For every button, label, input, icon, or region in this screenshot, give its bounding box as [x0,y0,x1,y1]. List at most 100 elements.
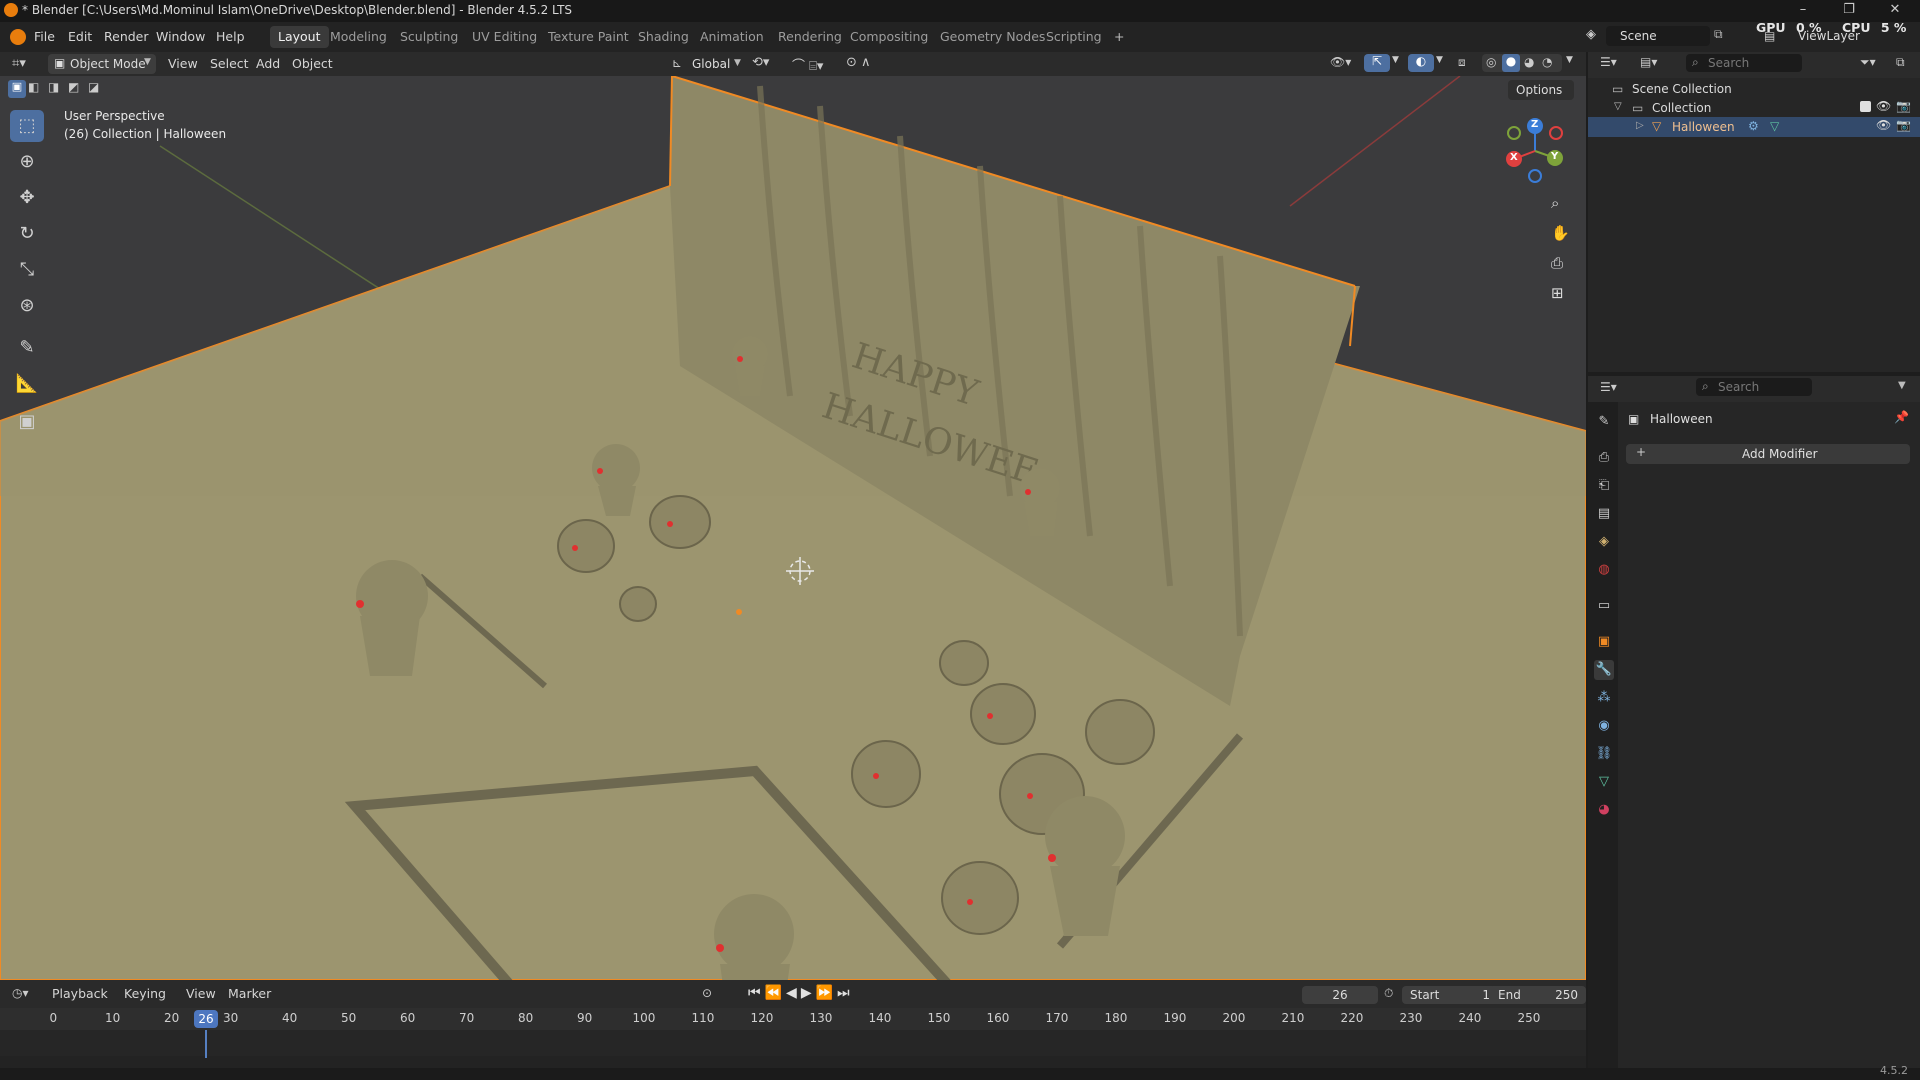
blender-menu-icon[interactable] [10,29,26,45]
timeline-editor-icon[interactable]: ◷▾ [12,986,29,1000]
transform-orientation-selector[interactable]: ⊾ Global ▼ [670,54,744,74]
proportional-edit-icon[interactable]: ⊙ ∧ [846,55,871,70]
scene-tab-icon[interactable]: ◈ [1594,532,1614,552]
viewport-menu-add[interactable]: Add [256,52,280,76]
timeline-menu-view[interactable]: View [186,982,216,1006]
collection-label[interactable]: Collection [1652,101,1711,115]
add-modifier-button[interactable]: + Add Modifier [1626,444,1910,464]
measure-tool-icon[interactable]: 📐 [10,368,44,400]
visibility-selector-icon[interactable]: 👁▾ [1330,55,1351,69]
add-cube-tool-icon[interactable]: ▣ [10,406,44,438]
select-intersect-icon[interactable]: ◪ [88,80,99,94]
stopwatch-icon[interactable]: ⏱ [1384,986,1393,1001]
display-mode-icon[interactable]: ▤▾ [1640,55,1657,69]
mode-selector[interactable]: ▣ Object Mode ▼ [48,54,156,74]
options-button[interactable]: Options [1508,80,1574,100]
editor-type-icon[interactable]: ⌗▾ [12,56,26,71]
chevron-down-icon[interactable]: ▽ [1614,101,1622,112]
view-layer-tab-icon[interactable]: ▤ [1594,504,1614,524]
object-tab-icon[interactable]: ▣ [1594,632,1614,652]
tab-compositing[interactable]: Compositing [842,26,936,48]
menu-window[interactable]: Window [156,28,205,46]
tab-geometry-nodes[interactable]: Geometry Nodes [932,26,1053,48]
annotate-tool-icon[interactable]: ✎ [10,332,44,364]
timeline-menu-keying[interactable]: Keying [124,982,166,1006]
select-box-tool-icon[interactable]: ⬚ [10,110,44,142]
select-extend-icon[interactable]: ◧ [28,80,39,94]
pin-icon[interactable]: 📌 [1894,410,1909,424]
material-shading-icon[interactable]: ◕ [1524,55,1534,69]
minimize-button[interactable]: – [1780,0,1826,22]
properties-editor-icon[interactable]: ☰▾ [1600,380,1617,394]
close-button[interactable]: ✕ [1872,0,1918,22]
select-new-icon[interactable]: ▣ [8,80,26,98]
particles-tab-icon[interactable]: ⁂ [1594,688,1614,708]
tab-shading[interactable]: Shading [630,26,697,48]
play-reverse-icon[interactable]: ◀ [786,985,801,1001]
ortho-toggle-icon[interactable]: ⊞ [1551,284,1564,302]
camera-icon[interactable]: 📷 [1896,118,1911,132]
tab-animation[interactable]: Animation [692,26,772,48]
world-tab-icon[interactable]: ◍ [1594,560,1614,580]
tab-sculpting[interactable]: Sculpting [392,26,466,48]
modifier-tab-icon[interactable]: 🔧 [1594,660,1614,680]
chevron-down-icon[interactable]: ▼ [1436,55,1443,65]
collection-checkbox[interactable] [1860,101,1871,112]
jump-start-icon[interactable]: ⏮ [748,985,765,1001]
viewport-menu-object[interactable]: Object [292,52,333,76]
menu-file[interactable]: File [34,28,55,46]
transform-tool-icon[interactable]: ⊛ [10,290,44,322]
3d-viewport[interactable]: HAPPY HALLOWEE ⬚ ⊕ ✥ ↻ ⤡ ⊛ ✎ 📐 ▣ ▣ ◧ ◨ ◩… [0,76,1586,980]
tab-scripting[interactable]: Scripting [1038,26,1110,48]
outliner-row-halloween[interactable]: ▷ ▽ Halloween ⚙ ▽ 👁 📷 [1588,117,1920,137]
jump-end-icon[interactable]: ⏭ [837,985,854,1001]
start-frame-field[interactable]: Start 1 [1402,986,1498,1004]
new-collection-icon[interactable]: ⧉ [1896,55,1905,70]
play-icon[interactable]: ▶ [801,985,816,1001]
zoom-icon[interactable]: ⌕ [1551,194,1559,212]
timeline-menu-playback[interactable]: Playback [52,982,108,1006]
properties-search-input[interactable]: ⌕ Search [1696,378,1812,396]
material-tab-icon[interactable]: ◕ [1594,800,1614,820]
viewlayer-selector[interactable]: ViewLayer [1780,26,1880,46]
solid-shading-icon[interactable]: ● [1502,54,1520,72]
current-frame-field[interactable]: 26 [1302,986,1378,1004]
tab-texture-paint[interactable]: Texture Paint [540,26,637,48]
record-icon[interactable]: ⊙ [702,986,712,1000]
data-tab-icon[interactable]: ▽ [1594,772,1614,792]
playhead-label[interactable]: 26 [194,1010,218,1028]
constraints-tab-icon[interactable]: ⛓ [1594,744,1614,764]
tool-tab-icon[interactable]: ✎ [1594,412,1614,432]
chevron-down-icon[interactable]: ▼ [1566,55,1573,65]
new-scene-icon[interactable]: ⧉ [1714,27,1723,42]
maximize-button[interactable]: ❐ [1826,0,1872,22]
outliner-search-input[interactable]: ⌕ Search [1686,54,1802,72]
eye-icon[interactable]: 👁 [1876,118,1891,132]
camera-view-icon[interactable]: ⎙ [1551,254,1563,272]
outliner-editor-icon[interactable]: ☰▾ [1600,55,1617,69]
physics-tab-icon[interactable]: ◉ [1594,716,1614,736]
chevron-down-icon[interactable]: ▼ [1392,55,1399,65]
wireframe-shading-icon[interactable]: ◎ [1486,55,1496,69]
gizmo-toggle-icon[interactable]: ⇱ [1364,54,1390,72]
menu-help[interactable]: Help [216,28,245,46]
overlays-toggle-icon[interactable]: ◐ [1408,54,1434,72]
viewport-menu-select[interactable]: Select [210,52,249,76]
cursor-tool-icon[interactable]: ⊕ [10,146,44,178]
rotate-tool-icon[interactable]: ↻ [10,218,44,250]
tab-layout[interactable]: Layout [270,26,329,48]
collection-tab-icon[interactable]: ▭ [1594,596,1614,616]
timeline-menu-marker[interactable]: Marker [228,982,271,1006]
menu-edit[interactable]: Edit [68,28,92,46]
navigation-gizmo[interactable]: Z Y X [1500,116,1570,186]
chevron-down-icon[interactable]: ▼ [1898,380,1906,391]
add-workspace-button[interactable]: + [1106,26,1132,48]
playhead-line[interactable] [205,1030,207,1058]
eye-icon[interactable]: 👁 [1876,99,1891,113]
timeline-track[interactable] [0,1030,1586,1056]
end-frame-field[interactable]: End 250 [1490,986,1586,1004]
tab-uv-editing[interactable]: UV Editing [464,26,545,48]
select-subtract-icon[interactable]: ◨ [48,80,59,94]
render-tab-icon[interactable]: ⎙ [1594,448,1614,468]
scene-selector[interactable]: Scene [1606,26,1710,46]
